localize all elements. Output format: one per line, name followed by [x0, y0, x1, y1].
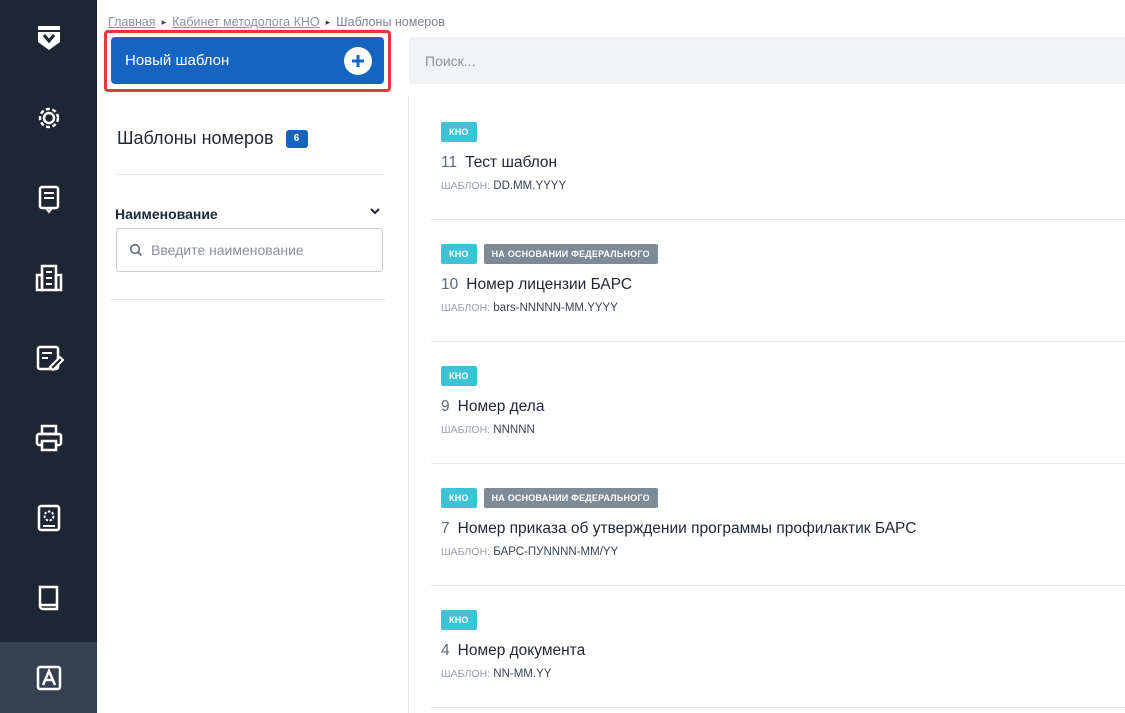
settings-book-icon [37, 504, 60, 532]
pattern-key: ШАБЛОН: [441, 546, 491, 558]
item-title: 4 Номер документа [441, 642, 585, 660]
tag-group: КНО НА ОСНОВАНИИ ФЕДЕРАЛЬНОГО [441, 244, 658, 264]
item-pattern: ШАБЛОН: NN-MM.YY [441, 668, 551, 680]
breadcrumb-current: Шаблоны номеров [336, 15, 445, 29]
filter-panel: Шаблоны номеров 6 Наименование [97, 96, 409, 713]
breadcrumb: Главная ▸ Кабинет методолога КНО ▸ Шаблоны н… [108, 15, 445, 29]
item-name: Номер документа [457, 642, 586, 659]
tag-group: КНО [441, 366, 477, 386]
name-filter-input[interactable] [151, 242, 371, 258]
rail-item-forms[interactable] [0, 318, 97, 398]
search-bar [409, 37, 1125, 84]
rail-item-references[interactable] [0, 478, 97, 558]
list-item[interactable]: КНО 9 Номер дела ШАБЛОН: NNNNN [431, 342, 1125, 464]
item-name: Номер дела [457, 398, 545, 415]
panel-title: Шаблоны номеров 6 [117, 128, 308, 149]
gear-icon [38, 107, 59, 129]
logo-shield-icon [37, 26, 60, 50]
item-pattern: ШАБЛОН: БАРС-ПУNNNN-MM/YY [441, 546, 618, 558]
pattern-value: NNNNN [493, 424, 535, 436]
item-pattern: ШАБЛОН: DD.MM.YYYY [441, 180, 566, 192]
rail-item-settings[interactable] [0, 78, 97, 158]
kno-tag: КНО [441, 366, 477, 386]
item-pattern: ШАБЛОН: NNNNN [441, 424, 535, 436]
printer-icon [35, 424, 62, 452]
tag-group: КНО [441, 610, 477, 630]
pattern-value: bars-NNNNN-MM.YYYY [493, 302, 618, 314]
item-name: Тест шаблон [465, 154, 558, 171]
list-item[interactable]: КНО НА ОСНОВАНИИ ФЕДЕРАЛЬНОГО 7 Номер при… [431, 464, 1125, 586]
rail-item-organizations[interactable] [0, 238, 97, 318]
list-item[interactable]: КНО НА ОСНОВАНИИ ФЕДЕРАЛЬНОГО 10 Номер ли… [431, 220, 1125, 342]
pattern-key: ШАБЛОН: [441, 180, 491, 192]
item-title: 9 Номер дела [441, 398, 544, 416]
item-name: Номер лицензии БАРС [466, 276, 633, 293]
pattern-key: ШАБЛОН: [441, 424, 491, 436]
item-title: 7 Номер приказа об утверждении программы … [441, 520, 916, 538]
item-name: Номер приказа об утверждении программы п… [457, 520, 917, 537]
kno-tag: КНО [441, 610, 477, 630]
item-number: 9 [441, 398, 450, 415]
panel-title-text: Шаблоны номеров [117, 128, 274, 148]
search-icon [129, 243, 143, 257]
rail-item-documents[interactable] [0, 158, 97, 238]
item-title: 11 Тест шаблон [441, 154, 557, 172]
kno-tag: КНО [441, 488, 477, 508]
breadcrumb-cabinet[interactable]: Кабинет методолога КНО [172, 15, 320, 29]
rail-item-print[interactable] [0, 398, 97, 478]
list-item[interactable]: КНО 11 Тест шаблон ШАБЛОН: DD.MM.YYYY [431, 98, 1125, 220]
pattern-value: БАРС-ПУNNNN-MM/YY [493, 546, 619, 558]
federal-tag: НА ОСНОВАНИИ ФЕДЕРАЛЬНОГО [483, 244, 658, 264]
rail-item-templates[interactable] [0, 642, 97, 713]
form-edit-icon [36, 345, 64, 372]
name-filter-field [116, 228, 383, 272]
rail-logo[interactable] [0, 0, 97, 78]
rail-item-library[interactable] [0, 558, 97, 638]
kno-tag: КНО [441, 244, 477, 264]
new-template-button-label: Новый шаблон [125, 52, 230, 69]
pattern-value: NN-MM.YY [493, 668, 552, 680]
federal-tag: НА ОСНОВАНИИ ФЕДЕРАЛЬНОГО [483, 488, 658, 508]
template-list: КНО 11 Тест шаблон ШАБЛОН: DD.MM.YYYY КНО… [431, 98, 1125, 708]
pattern-key: ШАБЛОН: [441, 668, 491, 680]
filter-name-label: Наименование [115, 206, 218, 222]
divider [116, 174, 383, 175]
document-list-icon [38, 185, 59, 214]
side-rail [0, 0, 97, 713]
breadcrumb-separator-icon: ▸ [325, 17, 331, 27]
tag-group: КНО [441, 122, 477, 142]
item-number: 7 [441, 520, 450, 537]
book-icon [38, 585, 58, 611]
building-icon [35, 264, 62, 292]
item-title: 10 Номер лицензии БАРС [441, 276, 632, 294]
item-pattern: ШАБЛОН: bars-NNNNN-MM.YYYY [441, 302, 618, 314]
count-badge: 6 [285, 129, 308, 148]
item-number: 10 [441, 276, 459, 293]
breadcrumb-separator-icon: ▸ [161, 17, 167, 27]
search-input[interactable] [425, 52, 1125, 69]
letter-a-icon [36, 665, 61, 690]
pattern-value: DD.MM.YYYY [493, 180, 567, 192]
plus-circle-icon [344, 46, 372, 75]
item-number: 11 [441, 154, 458, 171]
tag-group: КНО НА ОСНОВАНИИ ФЕДЕРАЛЬНОГО [441, 488, 658, 508]
chevron-down-icon[interactable] [368, 204, 382, 218]
breadcrumb-home[interactable]: Главная [108, 15, 156, 29]
list-item[interactable]: КНО 4 Номер документа ШАБЛОН: NN-MM.YY [431, 586, 1125, 708]
divider [111, 299, 385, 300]
new-template-button[interactable]: Новый шаблон [111, 37, 384, 84]
kno-tag: КНО [441, 122, 477, 142]
pattern-key: ШАБЛОН: [441, 302, 491, 314]
item-number: 4 [441, 642, 450, 659]
